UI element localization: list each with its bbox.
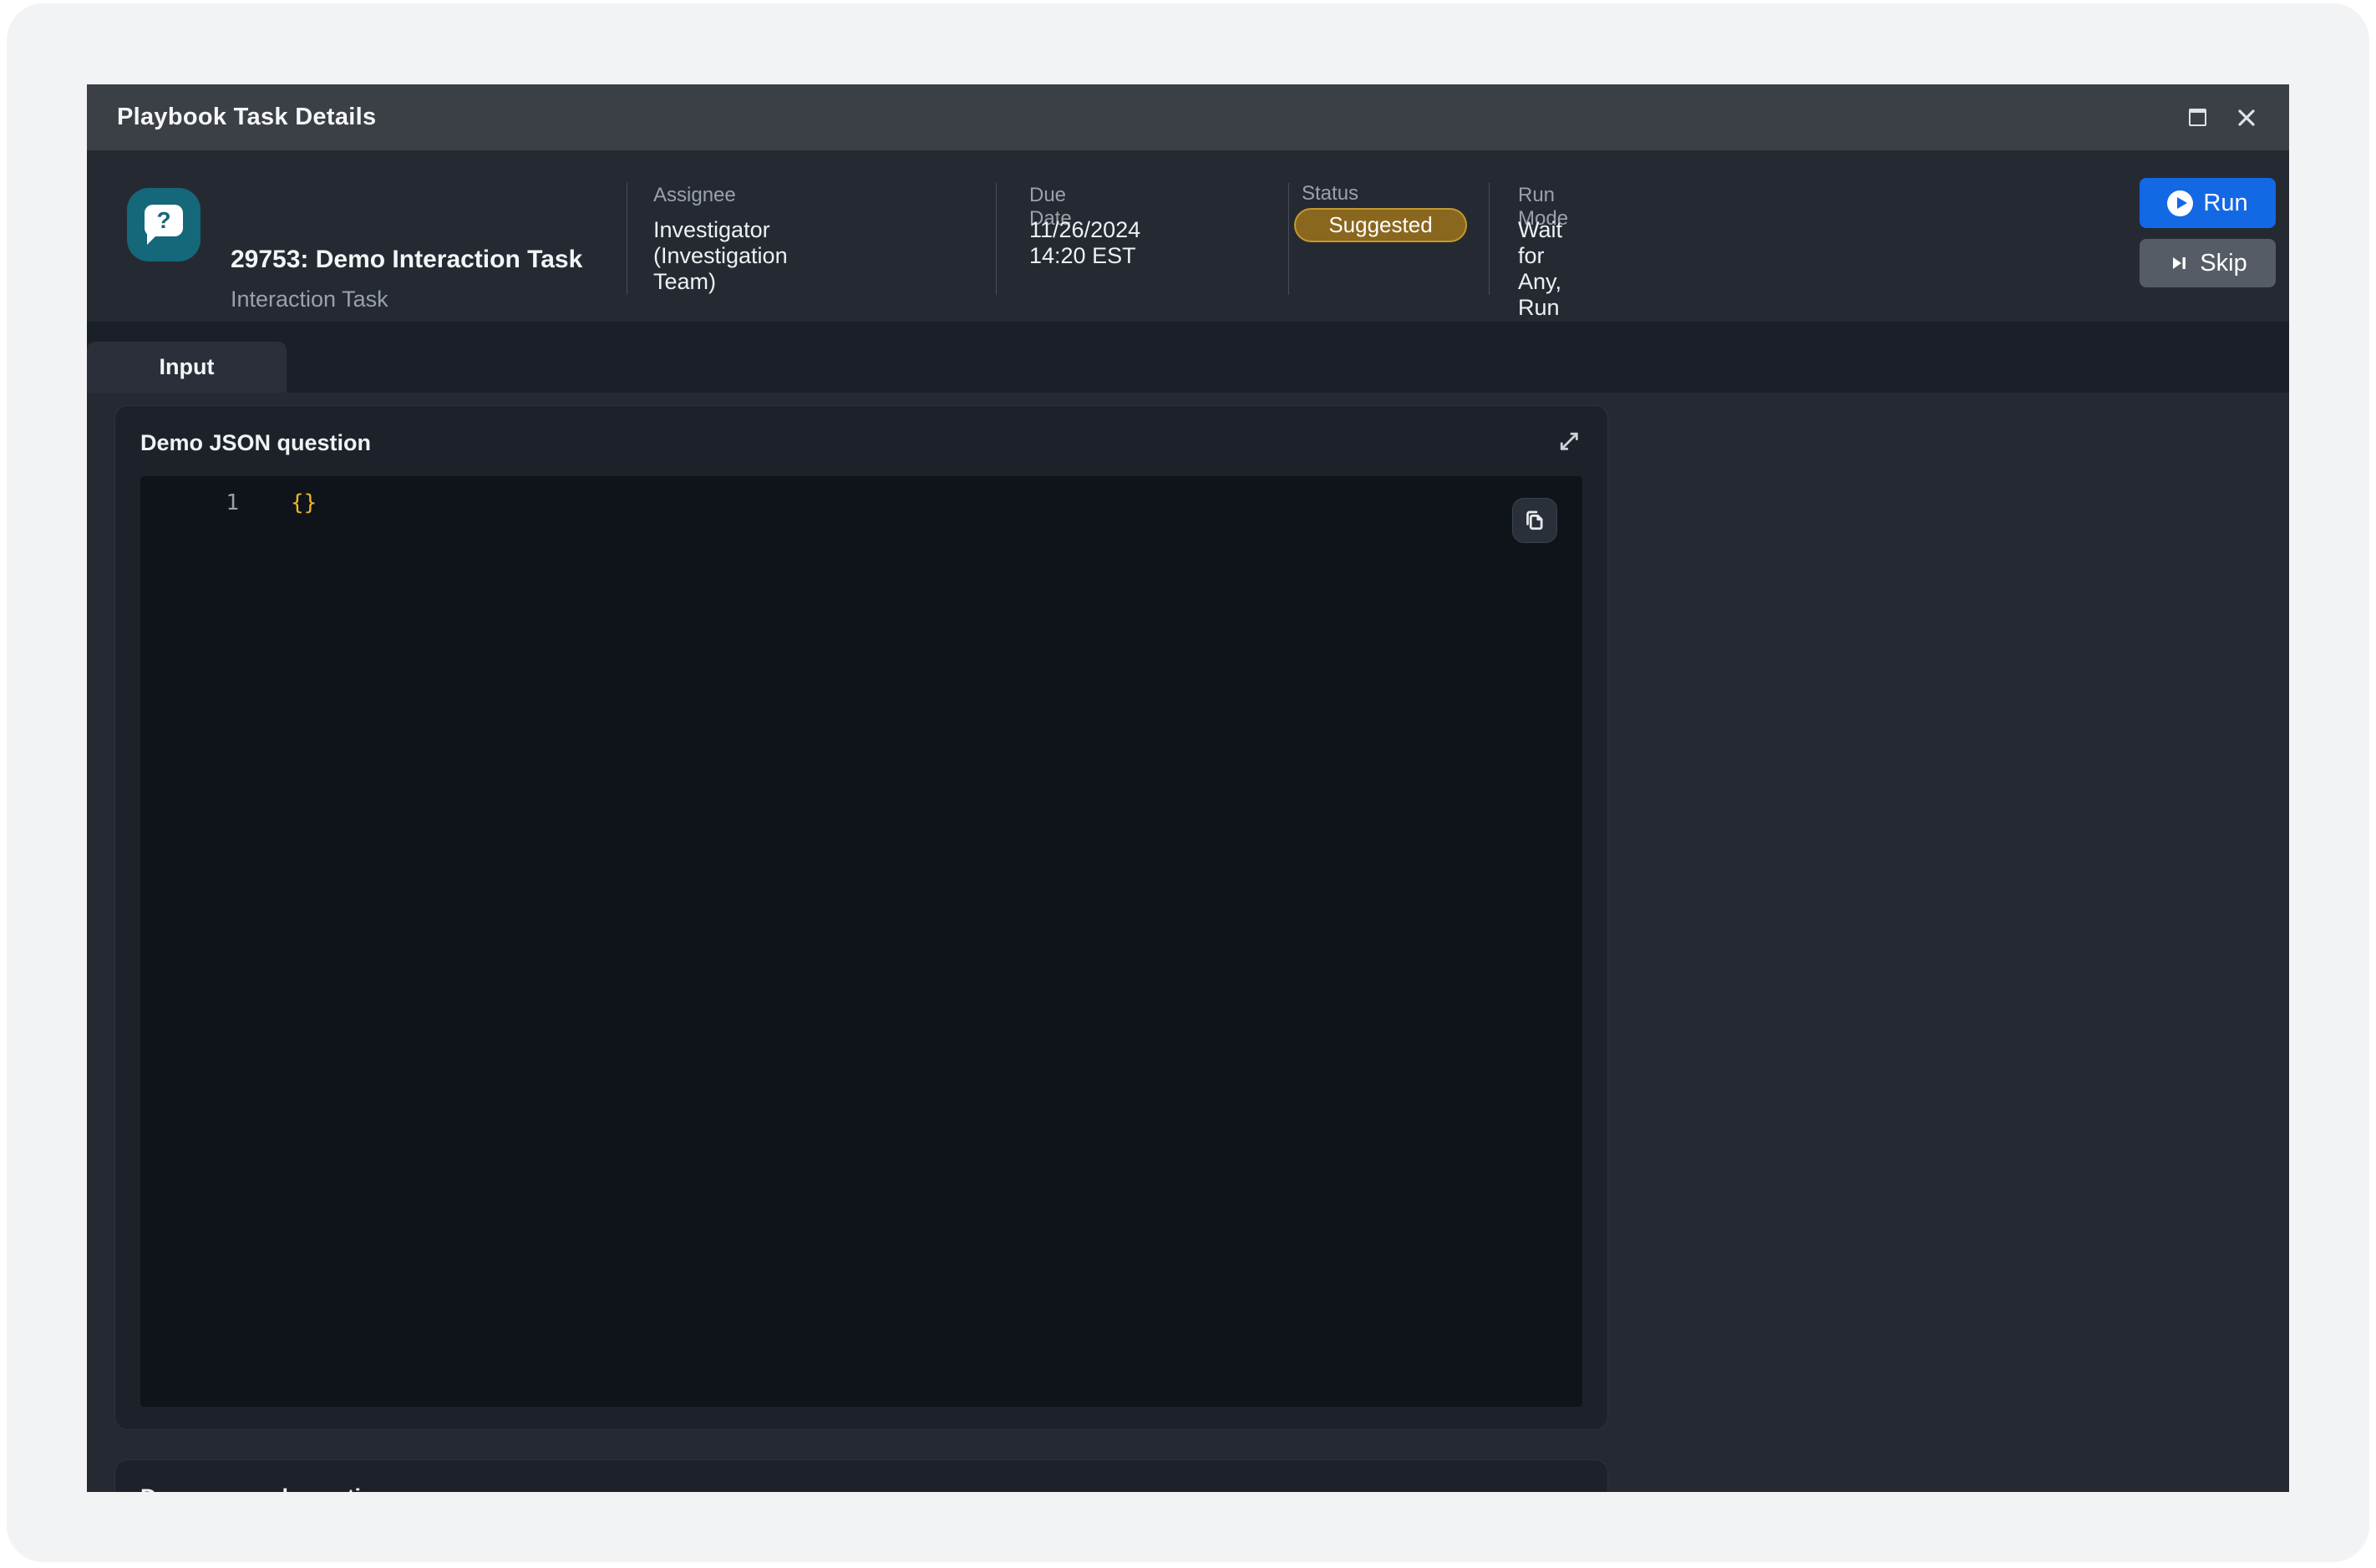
task-type-label: Interaction Task: [231, 286, 388, 312]
question-bubble-icon: ?: [145, 205, 183, 236]
close-icon[interactable]: [2236, 107, 2257, 129]
copy-button[interactable]: [1512, 498, 1557, 543]
divider: [996, 183, 997, 295]
status-badge: Suggested: [1294, 208, 1467, 242]
task-form-content: Demo JSON question 1 {} Demo se: [87, 393, 2289, 1492]
skip-button-label: Skip: [2200, 250, 2247, 277]
assignee-label: Assignee: [653, 184, 736, 207]
divider: [1288, 183, 1289, 295]
second-question-title: Demo second question: [140, 1484, 388, 1492]
json-code-editor[interactable]: 1 {}: [140, 476, 1582, 1407]
line-number: 1: [140, 490, 239, 515]
skip-button[interactable]: Skip: [2140, 239, 2276, 287]
second-question-card: Demo second question: [114, 1459, 1608, 1492]
expand-icon[interactable]: [1557, 429, 1581, 453]
tab-strip: Input: [87, 322, 2289, 393]
run-button[interactable]: Run: [2140, 178, 2276, 228]
json-question-card: Demo JSON question 1 {}: [114, 405, 1608, 1430]
task-title: 29753: Demo Interaction Task: [231, 245, 582, 275]
json-question-title: Demo JSON question: [140, 429, 371, 456]
play-icon: [2167, 190, 2193, 216]
json-code-value: {}: [291, 490, 317, 515]
assignee-value: Investigator (Investigation Team): [653, 217, 788, 295]
run-button-label: Run: [2203, 190, 2247, 217]
tab-input[interactable]: Input: [87, 342, 287, 393]
task-header: ? 29753: Demo Interaction Task Interacti…: [87, 150, 2289, 322]
due-date-value: 11/26/2024 14:20 EST: [1029, 217, 1140, 269]
playbook-task-details-modal: Playbook Task Details ? 29753: Demo Inte…: [87, 84, 2289, 1492]
interaction-task-icon: ?: [127, 188, 201, 261]
skip-forward-icon: [2168, 252, 2190, 274]
status-label: Status: [1302, 182, 1358, 206]
modal-titlebar: Playbook Task Details: [87, 84, 2289, 150]
divider: [1489, 183, 1490, 295]
maximize-icon[interactable]: [2187, 107, 2209, 129]
modal-title: Playbook Task Details: [117, 84, 376, 150]
